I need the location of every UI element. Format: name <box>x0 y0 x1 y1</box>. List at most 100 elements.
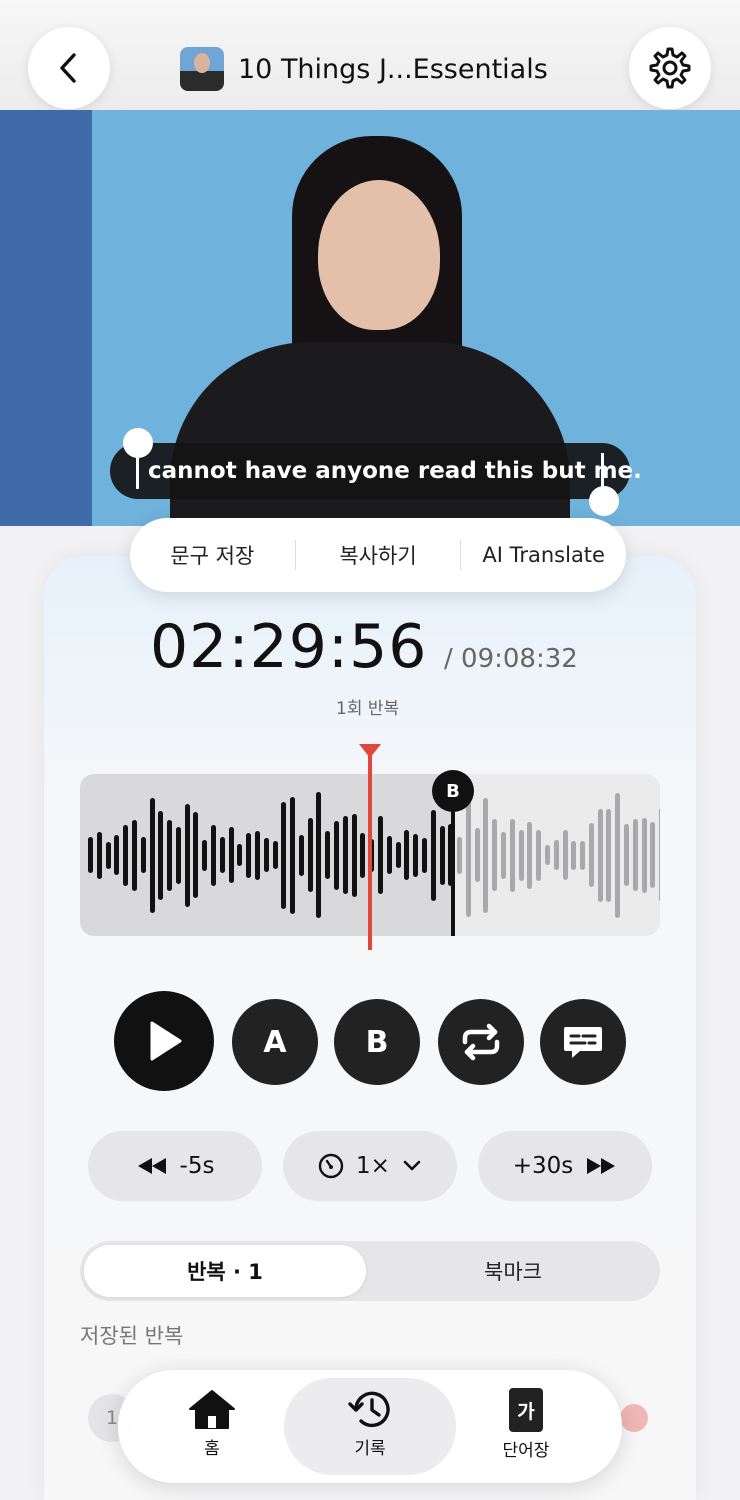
selection-end-bar <box>601 453 604 489</box>
list-item-play-icon[interactable] <box>620 1404 648 1432</box>
waveform-bar <box>334 820 340 890</box>
waveform-bar <box>588 823 594 887</box>
waveform-bar <box>553 840 559 870</box>
settings-button[interactable] <box>629 27 711 109</box>
video-background-panel <box>0 110 92 526</box>
waveform-bar <box>298 834 304 876</box>
waveform-bar <box>641 817 647 893</box>
waveform-bar <box>316 792 322 918</box>
waveform-bar <box>659 808 660 902</box>
repeat-toggle-button[interactable] <box>438 999 524 1085</box>
waveform-bar <box>88 837 93 873</box>
waveform-bar <box>237 844 243 866</box>
list-tabs: 반복 · 1 북마크 <box>80 1241 660 1301</box>
waveform-bar <box>307 818 313 892</box>
chevron-down-icon <box>403 1160 421 1171</box>
repeat-count: 1회 반복 <box>336 699 400 719</box>
chevron-left-icon <box>60 53 76 83</box>
nav-item-history[interactable]: 기록 <box>310 1388 430 1468</box>
save-phrase-button[interactable]: 문구 저장 <box>130 540 295 570</box>
playhead-marker[interactable] <box>359 744 381 758</box>
waveform-bar <box>650 822 656 888</box>
current-time: 02:29:56 <box>150 612 428 682</box>
ai-translate-button[interactable]: AI Translate <box>461 543 626 567</box>
waveform-bar <box>457 836 463 874</box>
waveform-bar <box>580 840 586 870</box>
set-a-point-button[interactable]: A <box>232 999 318 1085</box>
b-label: B <box>365 1024 389 1060</box>
subtitle-caption[interactable]: cannot have anyone read this but me. <box>110 443 642 499</box>
video-player[interactable]: cannot have anyone read this but me. <box>0 110 740 526</box>
text-selection-menu: 문구 저장 복사하기 AI Translate <box>130 518 626 592</box>
waveform-bar <box>219 837 225 873</box>
a-label: A <box>263 1024 287 1060</box>
waveform-bar <box>465 793 471 917</box>
waveform-bar <box>211 824 217 886</box>
video-title-group: 10 Things J...Essentials <box>180 45 548 93</box>
playhead-line[interactable] <box>368 744 372 950</box>
selection-end-handle[interactable] <box>589 486 619 516</box>
waveform-bar <box>386 836 392 874</box>
waveform-bar <box>544 845 550 865</box>
waveform-bar <box>140 837 146 873</box>
b-marker-handle[interactable]: B <box>432 770 474 812</box>
waveform-bar <box>158 810 164 900</box>
waveform-bar <box>474 828 480 882</box>
skip-forward-button[interactable]: +30s <box>478 1131 652 1201</box>
saved-repeats-heading: 저장된 반복 <box>80 1324 184 1348</box>
back-button[interactable] <box>28 27 110 109</box>
repeat-icon <box>462 1023 500 1061</box>
tab-repeats[interactable]: 반복 · 1 <box>84 1245 366 1297</box>
waveform-bar <box>483 797 489 913</box>
waveform-bar <box>632 819 638 891</box>
waveform-bar <box>149 797 155 913</box>
nav-label-history: 기록 <box>354 1439 386 1459</box>
waveform-bar <box>421 837 427 873</box>
waveform-bar <box>202 839 208 871</box>
selection-start-bar <box>136 453 139 489</box>
b-marker-line <box>451 800 455 936</box>
set-b-point-button[interactable]: B <box>334 999 420 1085</box>
history-icon <box>348 1391 390 1428</box>
rewind-icon <box>137 1158 166 1174</box>
waveform-bar <box>378 816 383 894</box>
nav-item-home[interactable]: 홈 <box>152 1388 272 1468</box>
subtitles-button[interactable] <box>540 999 626 1085</box>
play-button[interactable] <box>114 991 214 1091</box>
waveform-bar <box>571 840 577 870</box>
nav-item-vocabulary[interactable]: 가 단어장 <box>466 1388 586 1468</box>
waveform-bar <box>290 796 296 914</box>
nav-label-home: 홈 <box>204 1439 220 1459</box>
waveform-bar <box>114 835 120 875</box>
skip-forward-label: +30s <box>512 1153 574 1179</box>
vocab-book-glyph: 가 <box>517 1400 535 1423</box>
skip-back-button[interactable]: -5s <box>88 1131 262 1201</box>
waveform-bar <box>96 831 102 879</box>
waveform-bar <box>228 827 234 883</box>
fast-forward-icon <box>587 1158 616 1174</box>
vocab-book-icon: 가 <box>509 1388 543 1432</box>
copy-button[interactable]: 복사하기 <box>296 540 461 570</box>
waveform-bar <box>615 792 621 918</box>
waveform-bar <box>492 819 498 891</box>
waveform-bar <box>597 808 603 902</box>
selection-start-handle[interactable] <box>123 428 153 458</box>
home-icon <box>189 1390 235 1429</box>
waveform-bar <box>439 825 445 885</box>
tab-bookmarks[interactable]: 북마크 <box>370 1245 656 1297</box>
waveform-bar <box>263 838 269 872</box>
video-thumbnail <box>180 47 224 91</box>
skip-back-label: -5s <box>179 1153 215 1179</box>
waveform-bar <box>167 819 173 891</box>
waveform-bar <box>254 830 260 880</box>
speedometer-icon <box>318 1153 344 1179</box>
waveform-bar <box>123 824 129 886</box>
waveform-bar <box>518 829 524 881</box>
waveform-bar <box>351 813 357 897</box>
playback-speed-select[interactable]: 1× <box>283 1131 457 1201</box>
subtitles-icon <box>564 1027 602 1058</box>
waveform-bar <box>509 818 515 892</box>
bottom-navigation: 홈 기록 가 단어장 <box>118 1370 622 1483</box>
waveform-bar <box>395 842 401 868</box>
waveform-bar <box>430 809 436 901</box>
